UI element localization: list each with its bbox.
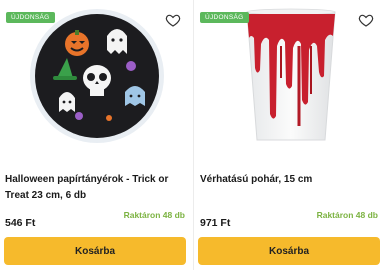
new-badge: ÚJDONSÁG xyxy=(200,12,249,23)
add-to-cart-button[interactable]: Kosárba xyxy=(4,237,186,265)
blood-cup-image xyxy=(245,8,336,141)
product-grid: ÚJDONSÁG Halloween papírtányérok - Trick… xyxy=(0,0,386,270)
add-to-cart-button[interactable]: Kosárba xyxy=(198,237,380,265)
stock-status: Raktáron 48 db xyxy=(316,210,378,220)
halloween-plate-image xyxy=(29,9,164,143)
product-card: ÚJDONSÁG Vérhatású pohár, 15 cm Raktáron… xyxy=(193,0,386,270)
product-title[interactable]: Vérhatású pohár, 15 cm xyxy=(200,172,378,188)
product-price: 546 Ft xyxy=(5,217,36,229)
product-price: 971 Ft xyxy=(200,217,231,229)
new-badge: ÚJDONSÁG xyxy=(6,12,55,23)
heart-outline-icon[interactable] xyxy=(358,12,374,28)
product-title[interactable]: Halloween papírtányérok - Trick or Treat… xyxy=(5,172,185,204)
stock-status: Raktáron 48 db xyxy=(123,210,185,220)
product-card: ÚJDONSÁG Halloween papírtányérok - Trick… xyxy=(0,0,193,270)
heart-outline-icon[interactable] xyxy=(165,12,181,28)
